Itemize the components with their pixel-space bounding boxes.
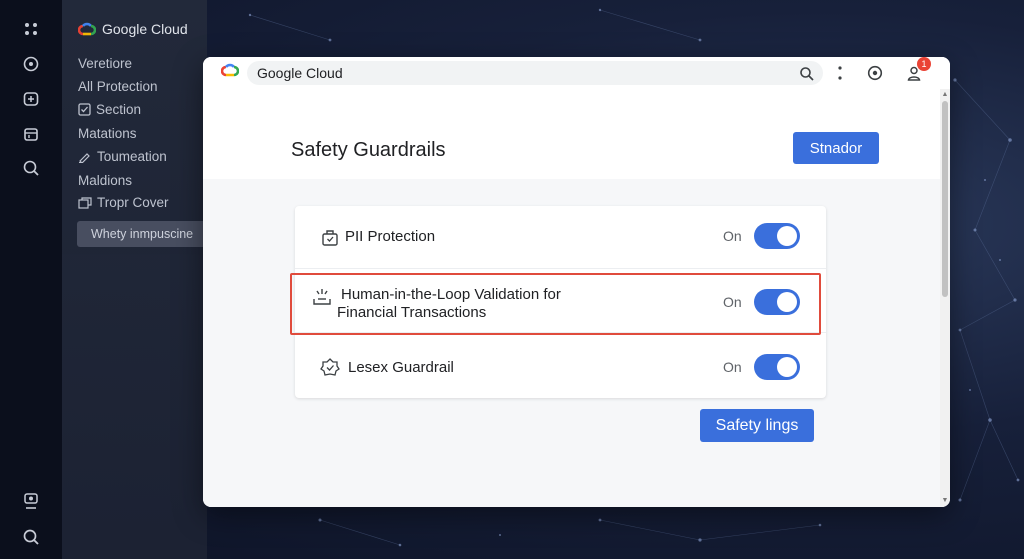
toggle-state-text: On: [723, 359, 742, 375]
account-notifications-icon[interactable]: 1: [903, 57, 931, 84]
pii-protection-toggle[interactable]: [754, 223, 800, 249]
nav-item-label: Veretiore: [78, 56, 133, 71]
window-icon: [78, 196, 92, 209]
nav-item-label: Matations: [78, 126, 137, 141]
more-vertical-icon[interactable]: [829, 62, 851, 84]
nav-item-label: Toumeation: [97, 149, 167, 164]
nav-item-label: Section: [96, 102, 142, 117]
side-navigation: Google Cloud Veretiore All Protection Se…: [62, 0, 215, 559]
scrollbar[interactable]: ▲ ▼: [940, 89, 950, 507]
content-area: Safety Guardrails Stnador PII Protection…: [203, 89, 940, 507]
search-zoom-icon[interactable]: [20, 157, 42, 179]
refresh-box-icon[interactable]: [20, 88, 42, 110]
pencil-icon: [79, 153, 90, 163]
nav-item-matations[interactable]: Matations: [78, 126, 137, 141]
scroll-up-icon[interactable]: ▲: [941, 91, 949, 99]
scroll-thumb[interactable]: [942, 101, 948, 297]
google-cloud-logo-icon: [78, 22, 96, 36]
toggle-state-text: On: [723, 294, 742, 310]
address-bar[interactable]: Google Cloud: [247, 61, 823, 85]
page-header: Safety Guardrails Stnador: [203, 89, 940, 179]
address-text: Google Cloud: [257, 65, 343, 81]
stnador-button[interactable]: Stnador: [793, 132, 879, 164]
nav-item-label: All Protection: [78, 79, 158, 94]
brand[interactable]: Google Cloud: [78, 21, 188, 37]
apps-grid-icon[interactable]: [20, 18, 42, 40]
gear-check-icon: [320, 358, 340, 376]
notification-badge: 1: [917, 57, 931, 71]
browser-window: Google Cloud 1 Safety Guardrails Stnador: [203, 57, 950, 507]
toggle-knob: [777, 292, 797, 312]
human-in-the-loop-toggle[interactable]: [754, 289, 800, 315]
toggle-knob: [777, 226, 797, 246]
guardrail-label: Lesex Guardrail: [348, 359, 454, 376]
guardrail-label-line2: Financial Transactions: [337, 304, 487, 321]
toggle-state-text: On: [723, 228, 742, 244]
nav-item-tropr-cover[interactable]: Tropr Cover: [78, 195, 169, 210]
guardrail-row-pii: PII Protection On: [295, 206, 826, 269]
nav-item-label: Tropr Cover: [97, 195, 169, 210]
guardrails-card: PII Protection On Human-in-the-Loop Vali…: [295, 206, 826, 398]
guardrail-label: Human-in-the-Loop Validation for Financi…: [337, 286, 561, 322]
checkbox-icon: [78, 103, 91, 116]
shield-bag-icon: [322, 230, 338, 246]
user-settings-icon[interactable]: [20, 490, 42, 512]
safety-settings-button[interactable]: Safety lings: [700, 409, 814, 442]
guardrail-label: PII Protection: [345, 228, 436, 245]
nav-item-section[interactable]: Section: [78, 102, 141, 117]
nav-item-maldions[interactable]: Maldions: [78, 173, 132, 188]
search-icon[interactable]: [20, 526, 42, 548]
nav-item-label: Whety inmpuscine: [91, 227, 194, 241]
spark-tray-icon: [313, 289, 331, 305]
google-cloud-logo-icon: [221, 63, 239, 77]
brand-label: Google Cloud: [102, 21, 188, 37]
scroll-down-icon[interactable]: ▼: [941, 497, 949, 505]
toggle-knob: [777, 357, 797, 377]
icon-rail: [0, 0, 63, 559]
guardrail-row-lesex: Lesex Guardrail On: [295, 336, 826, 398]
nav-item-label: Maldions: [78, 173, 133, 188]
lesex-guardrail-toggle[interactable]: [754, 354, 800, 380]
page-title: Safety Guardrails: [291, 139, 446, 161]
nav-item-active[interactable]: Whety inmpuscine: [77, 221, 215, 247]
search-icon[interactable]: [795, 62, 817, 84]
calendar-icon[interactable]: [20, 123, 42, 145]
guardrail-label-line1: Human-in-the-Loop Validation for: [341, 286, 561, 303]
nav-item-toumeation[interactable]: Toumeation: [78, 149, 167, 164]
title-bar: Google Cloud 1: [203, 57, 950, 90]
target-icon[interactable]: [20, 53, 42, 75]
guardrail-row-human-in-the-loop: Human-in-the-Loop Validation for Financi…: [295, 270, 826, 333]
nav-item-veretiore[interactable]: Veretiore: [78, 56, 132, 71]
settings-circle-icon[interactable]: [864, 62, 886, 84]
nav-item-all-protection[interactable]: All Protection: [78, 79, 158, 94]
